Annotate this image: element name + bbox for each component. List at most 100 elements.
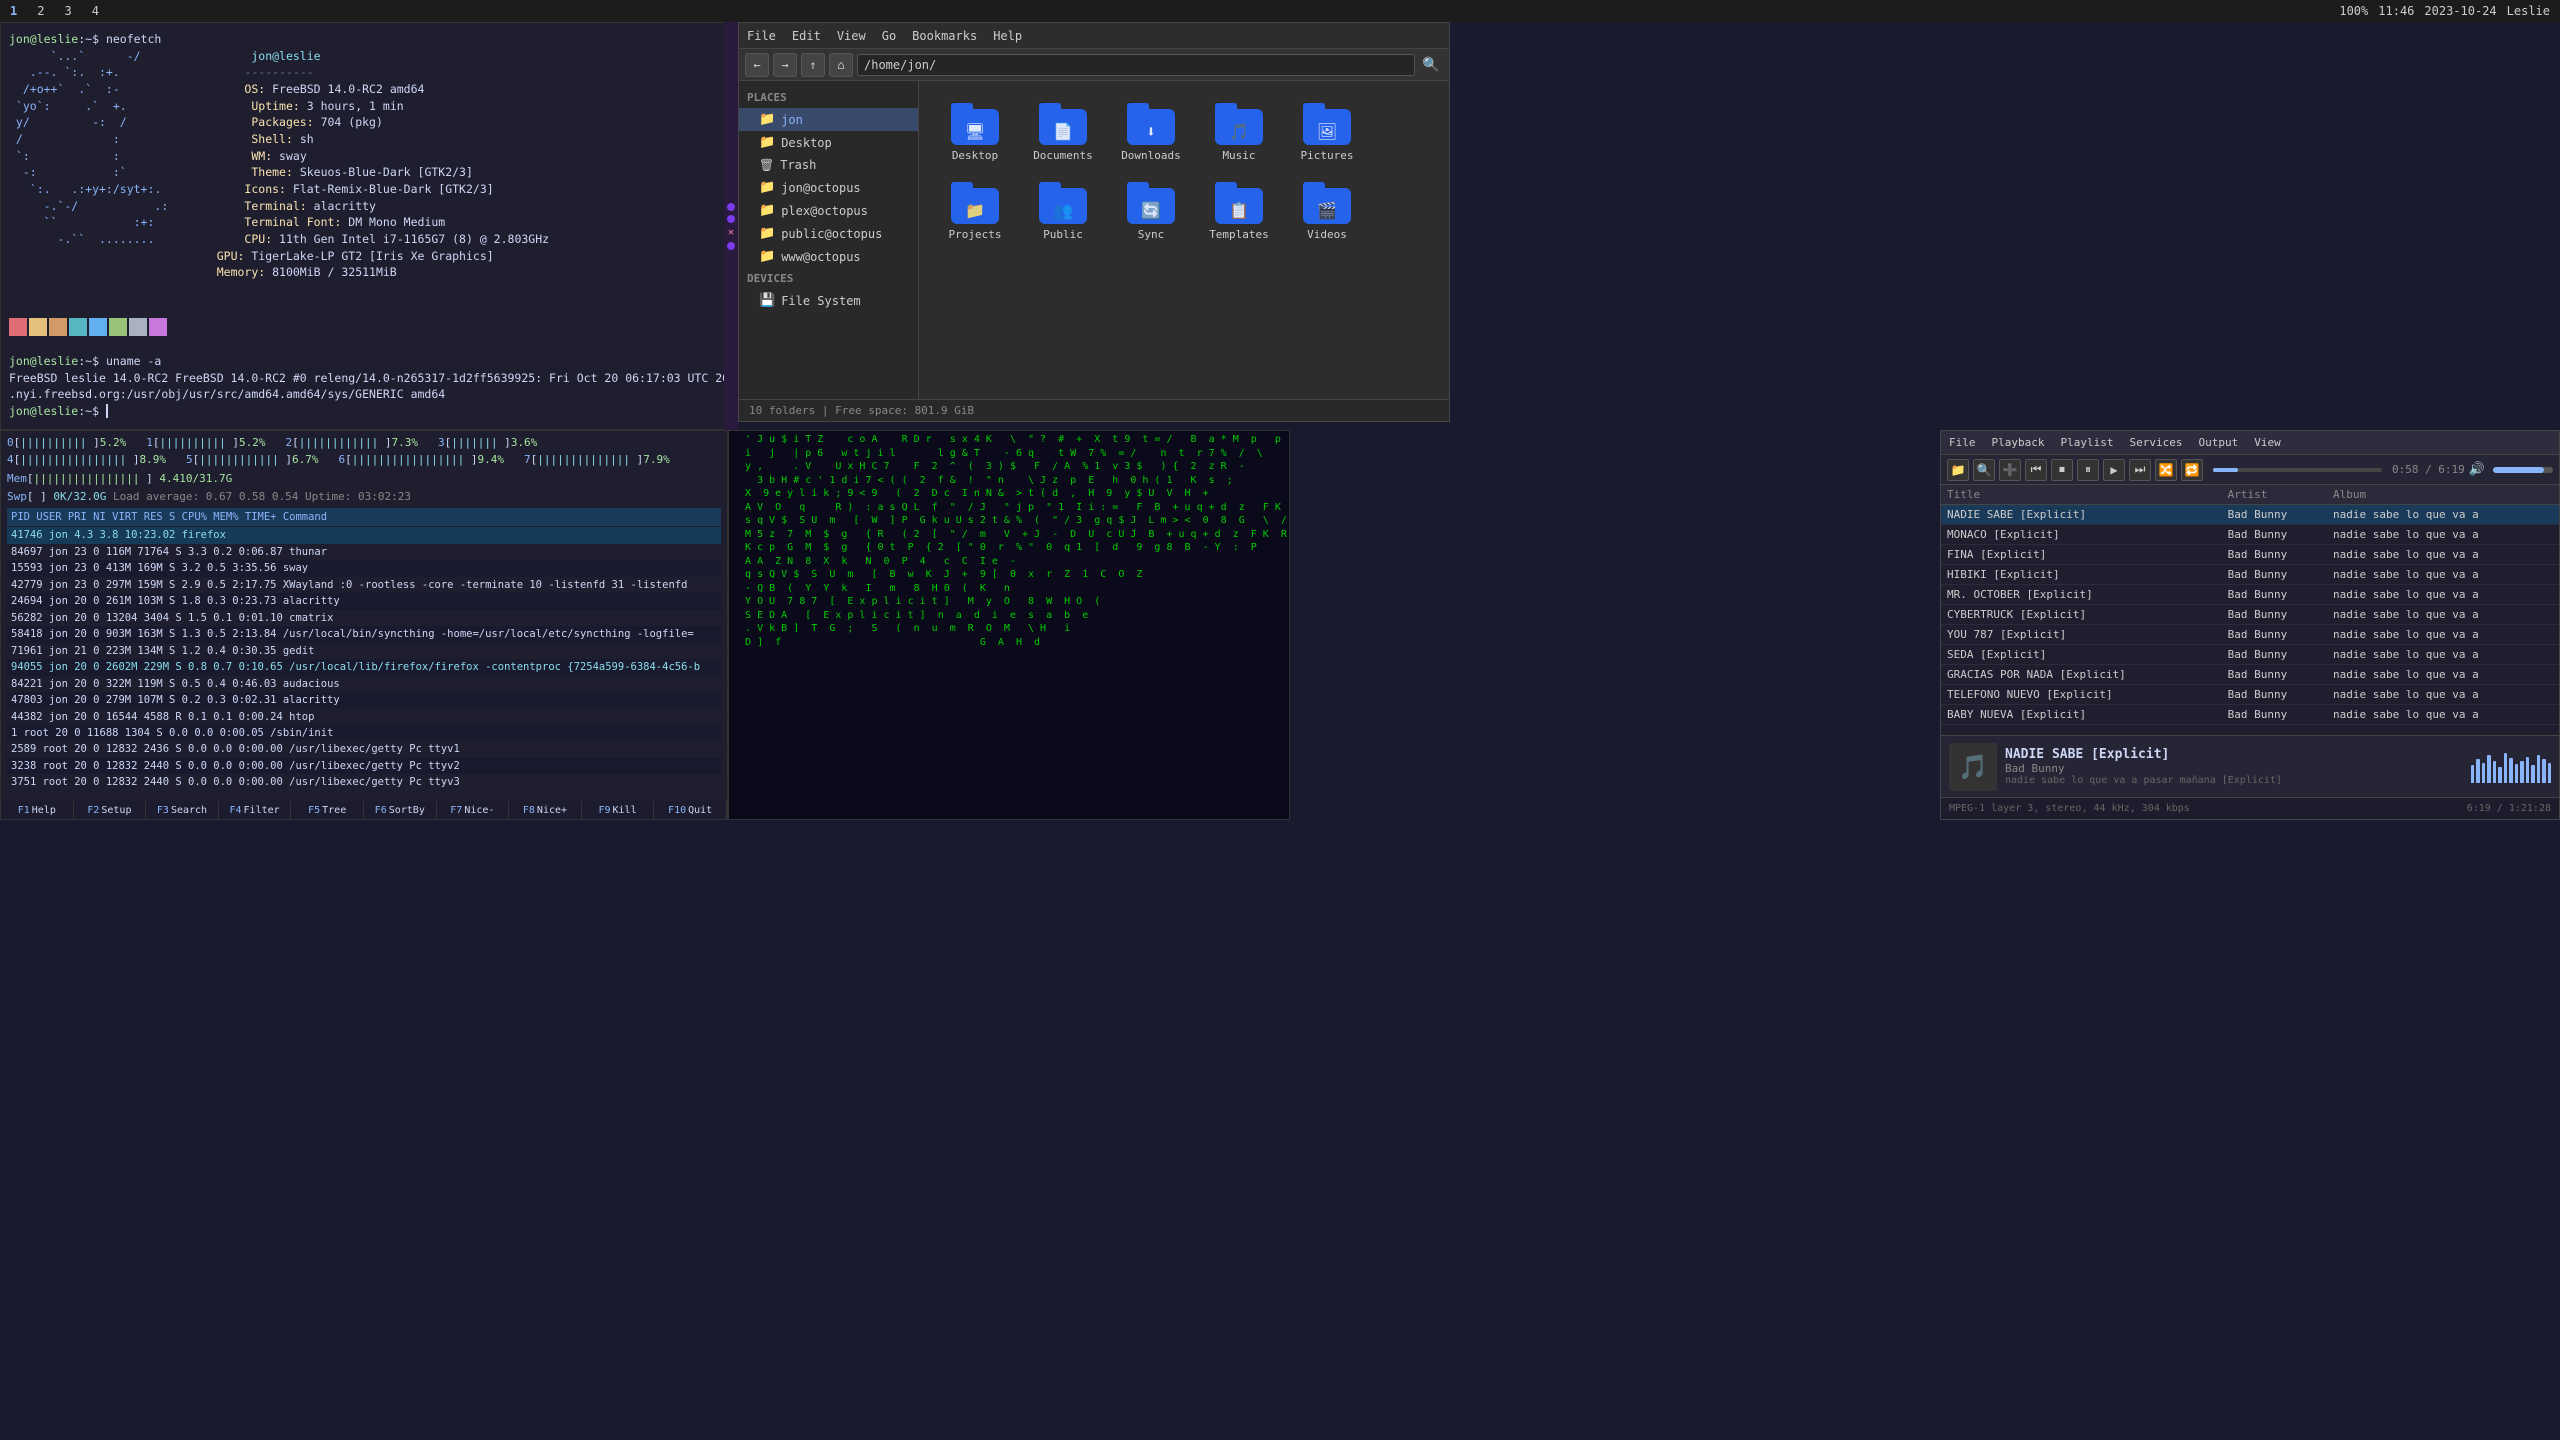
fm-folder-documents[interactable]: 📄 Documents: [1023, 97, 1103, 168]
waveform-bar: [2482, 763, 2485, 783]
mp-repeat-button[interactable]: 🔁: [2181, 459, 2203, 481]
track-album: nadie sabe lo que va a: [2327, 505, 2559, 525]
terminal-htop[interactable]: 0[|||||||||| ]5.2%1[|||||||||| ]5.2%2[||…: [0, 430, 728, 820]
mp-track-row[interactable]: BABY NUEVA [Explicit]Bad Bunnynadie sabe…: [1941, 705, 2559, 725]
fkey-quit[interactable]: F10Quit: [654, 801, 727, 819]
fm-menu-file[interactable]: File: [747, 29, 776, 43]
sidebar-item-trash[interactable]: 🗑 Trash: [739, 154, 918, 176]
file-manager-window: File Edit View Go Bookmarks Help ← → ↑ ⌂…: [738, 22, 1450, 422]
mp-track-row[interactable]: HIBIKI [Explicit]Bad Bunnynadie sabe lo …: [1941, 565, 2559, 585]
terminal-neofetch[interactable]: jon@leslie:~$ neofetch `...` -/ jon@lesl…: [0, 22, 728, 430]
mp-menu-file[interactable]: File: [1949, 436, 1976, 449]
fm-folder-downloads[interactable]: ⬇ Downloads: [1111, 97, 1191, 168]
fm-back-button[interactable]: ←: [745, 53, 769, 77]
fm-menu-go[interactable]: Go: [882, 29, 896, 43]
folder-label: Public: [1043, 228, 1083, 241]
fkey-nice-[interactable]: F7Nice-: [437, 801, 510, 819]
fm-folder-projects[interactable]: 📁 Projects: [935, 176, 1015, 247]
mp-track-row[interactable]: TELEFONO NUEVO [Explicit]Bad Bunnynadie …: [1941, 685, 2559, 705]
mp-track-row[interactable]: GRACIAS POR NADA [Explicit]Bad Bunnynadi…: [1941, 665, 2559, 685]
mp-shuffle-button[interactable]: 🔀: [2155, 459, 2177, 481]
folder-icon-big: 🎵: [1215, 103, 1263, 145]
sidebar-item-plex-octopus[interactable]: 📁 plex@octopus: [739, 199, 918, 222]
fm-folder-public[interactable]: 👥 Public: [1023, 176, 1103, 247]
fm-menu-edit[interactable]: Edit: [792, 29, 821, 43]
sidebar-item-desktop[interactable]: 📁 Desktop: [739, 131, 918, 154]
sidebar-item-www-octopus[interactable]: 📁 www@octopus: [739, 245, 918, 268]
fm-menu-view[interactable]: View: [837, 29, 866, 43]
mp-add-button[interactable]: ➕: [1999, 459, 2021, 481]
workspace-3[interactable]: 3: [64, 4, 71, 18]
mp-track-row[interactable]: SEDA [Explicit]Bad Bunnynadie sabe lo qu…: [1941, 645, 2559, 665]
workspace-2[interactable]: 2: [37, 4, 44, 18]
fm-menu-bookmarks[interactable]: Bookmarks: [912, 29, 977, 43]
sidebar-item-jon[interactable]: 📁 jon: [739, 108, 918, 131]
mp-next-button[interactable]: ⏭: [2129, 459, 2151, 481]
mp-track-row[interactable]: MR. OCTOBER [Explicit]Bad Bunnynadie sab…: [1941, 585, 2559, 605]
mp-menu-services[interactable]: Services: [2129, 436, 2182, 449]
fm-forward-button[interactable]: →: [773, 53, 797, 77]
sidebar-item-public-octopus[interactable]: 📁 public@octopus: [739, 222, 918, 245]
fm-places-label: Places: [739, 87, 918, 108]
mp-search-button[interactable]: 🔍: [1973, 459, 1995, 481]
mp-playlist[interactable]: Title Artist Album NADIE SABE [Explicit]…: [1941, 485, 2559, 735]
fkey-sortby[interactable]: F6SortBy: [364, 801, 437, 819]
folder-icon-big: ⬇: [1127, 103, 1175, 145]
sidebar-item-label: public@octopus: [781, 227, 882, 241]
mp-prev-button[interactable]: ⏮: [2025, 459, 2047, 481]
htop-process-row: 58418 jon 20 0 903M 163M S 1.3 0.5 2:13.…: [7, 626, 721, 642]
workspace-4[interactable]: 4: [92, 4, 99, 18]
mp-track-row[interactable]: YOU 787 [Explicit]Bad Bunnynadie sabe lo…: [1941, 625, 2559, 645]
mp-song-info: NADIE SABE [Explicit] Bad Bunny nadie sa…: [2005, 747, 2463, 786]
fkey-setup[interactable]: F2Setup: [74, 801, 147, 819]
mp-stop-button[interactable]: ⏹: [2051, 459, 2073, 481]
track-album: nadie sabe lo que va a: [2327, 545, 2559, 565]
mp-play-button[interactable]: ▶: [2103, 459, 2125, 481]
fm-location-bar[interactable]: /home/jon/: [857, 54, 1415, 76]
fm-menubar: File Edit View Go Bookmarks Help: [739, 23, 1449, 49]
htop-process-row: 41746 jon 4.3 3.8 10:23.02 firefox: [7, 527, 721, 543]
mp-menu-view[interactable]: View: [2254, 436, 2281, 449]
fm-folder-desktop[interactable]: 🖥 Desktop: [935, 97, 1015, 168]
username: Leslie: [2507, 4, 2550, 18]
fm-home-button[interactable]: ⌂: [829, 53, 853, 77]
fm-search-button[interactable]: 🔍: [1419, 53, 1443, 77]
fm-folder-templates[interactable]: 📋 Templates: [1199, 176, 1279, 247]
mp-menu-playlist[interactable]: Playlist: [2060, 436, 2113, 449]
fm-folder-pictures[interactable]: 🖼 Pictures: [1287, 97, 1367, 168]
track-title: SEDA [Explicit]: [1941, 645, 2222, 665]
fkey-help[interactable]: F1Help: [1, 801, 74, 819]
mp-track-row[interactable]: FINA [Explicit]Bad Bunnynadie sabe lo qu…: [1941, 545, 2559, 565]
cpu-bar-4: 4[|||||||||||||||| ]8.9%: [7, 452, 166, 467]
track-artist: Bad Bunny: [2222, 525, 2327, 545]
mp-open-button[interactable]: 📁: [1947, 459, 1969, 481]
folder-type-icon: 🎵: [1229, 122, 1249, 141]
mp-seek-bar[interactable]: [2213, 468, 2382, 472]
waveform-bar: [2537, 755, 2540, 783]
mp-pause-button[interactable]: ⏸: [2077, 459, 2099, 481]
mp-track-row[interactable]: NADIE SABE [Explicit]Bad Bunnynadie sabe…: [1941, 505, 2559, 525]
fm-folder-videos[interactable]: 🎬 Videos: [1287, 176, 1367, 247]
fkey-filter[interactable]: F4Filter: [219, 801, 292, 819]
track-title: YOU 787 [Explicit]: [1941, 625, 2222, 645]
mp-format-text: MPEG-1 layer 3, stereo, 44 kHz, 304 kbps: [1949, 803, 2190, 814]
mp-volume-bar[interactable]: [2493, 467, 2553, 473]
mp-menu-output[interactable]: Output: [2198, 436, 2238, 449]
fkey-search[interactable]: F3Search: [146, 801, 219, 819]
fkey-tree[interactable]: F5Tree: [291, 801, 364, 819]
mp-menu-playback[interactable]: Playback: [1992, 436, 2045, 449]
fm-menu-help[interactable]: Help: [993, 29, 1022, 43]
fm-folder-sync[interactable]: 🔄 Sync: [1111, 176, 1191, 247]
fm-folder-music[interactable]: 🎵 Music: [1199, 97, 1279, 168]
network-folder-icon: 📁: [759, 180, 775, 195]
sidebar-item-jon-octopus[interactable]: 📁 jon@octopus: [739, 176, 918, 199]
fkey-nice+[interactable]: F8Nice+: [509, 801, 582, 819]
mp-track-row[interactable]: MONACO [Explicit]Bad Bunnynadie sabe lo …: [1941, 525, 2559, 545]
fm-up-button[interactable]: ↑: [801, 53, 825, 77]
mp-track-row[interactable]: CYBERTRUCK [Explicit]Bad Bunnynadie sabe…: [1941, 605, 2559, 625]
fm-content-area: 🖥 Desktop 📄 Documents ⬇ Downloads 🎵 Musi…: [919, 81, 1449, 399]
fkey-kill[interactable]: F9Kill: [582, 801, 655, 819]
waveform-bar: [2542, 759, 2545, 783]
workspace-1[interactable]: 1: [10, 4, 17, 18]
sidebar-item-filesystem[interactable]: 💾 File System: [739, 289, 918, 312]
